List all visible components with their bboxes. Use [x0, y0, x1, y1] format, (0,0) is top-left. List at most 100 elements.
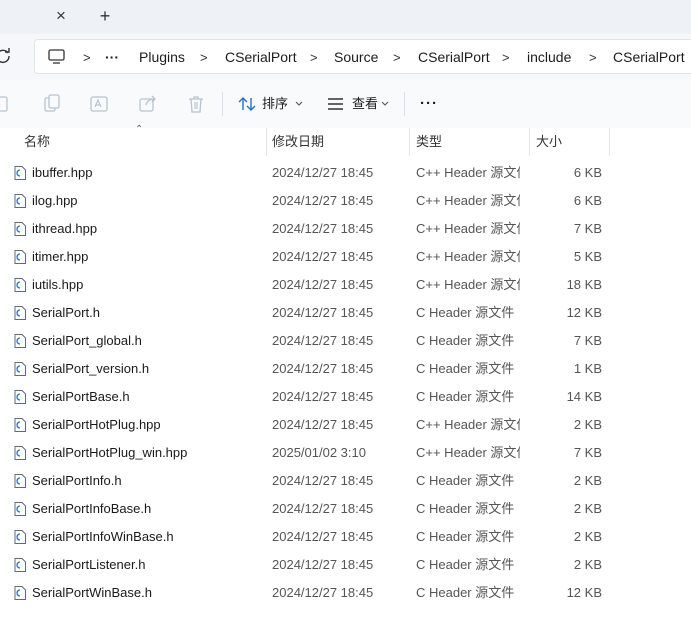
column-divider[interactable] [529, 128, 530, 156]
file-row[interactable]: SerialPortInfoBase.h 2024/12/27 18:45 C He… [0, 495, 691, 523]
chevron-right-icon: > [310, 50, 318, 65]
delete-icon[interactable] [186, 94, 206, 114]
file-size: 2 KB [573, 501, 602, 516]
close-tab-icon[interactable]: × [52, 6, 70, 26]
chevron-right-icon: > [502, 50, 510, 65]
file-row[interactable]: SerialPortHotPlug.hpp 2024/12/27 18:45 C++… [0, 411, 691, 439]
file-type: C Header 源文件 [416, 473, 515, 488]
column-date[interactable]: 修改日期 [272, 128, 324, 156]
view-icon [328, 98, 343, 110]
column-name[interactable]: 名称 [24, 128, 50, 156]
more-options-button[interactable]: ··· [420, 93, 438, 115]
address-bar[interactable]: > ··· Plugins > CSerialPort > Source > C… [34, 39, 691, 74]
file-size: 2 KB [573, 557, 602, 572]
address-row: > ··· Plugins > CSerialPort > Source > C… [0, 34, 691, 80]
file-row[interactable]: ibuffer.hpp 2024/12/27 18:45 C++ Header 源文… [0, 159, 691, 187]
file-size: 12 KB [566, 585, 602, 600]
file-row[interactable]: ithread.hpp 2024/12/27 18:45 C++ Header 源文… [0, 215, 691, 243]
cpp-header-file-icon [14, 418, 26, 432]
file-size: 1 KB [573, 361, 602, 376]
file-size: 12 KB [566, 305, 602, 320]
chevron-right-icon: > [589, 50, 597, 65]
file-size: 6 KB [573, 165, 602, 180]
file-type: C Header 源文件 [416, 585, 515, 600]
file-type: C++ Header 源文件 [416, 249, 520, 264]
breadcrumb-overflow-button[interactable]: ··· [105, 40, 119, 75]
c-header-file-icon [14, 530, 26, 544]
sort-label: 排序 [262, 96, 289, 111]
tab-strip: × + [0, 0, 691, 34]
file-row[interactable]: SerialPortHotPlug_win.hpp 2025/01/02 3:10… [0, 439, 691, 467]
file-date: 2024/12/27 18:45 [272, 529, 374, 544]
file-type: C Header 源文件 [416, 361, 515, 376]
file-date: 2024/12/27 18:45 [272, 193, 374, 208]
c-header-file-icon [14, 474, 26, 488]
breadcrumb-cserialport-current[interactable]: CSerialPort [613, 40, 685, 75]
file-name: ilog.hpp [32, 193, 78, 208]
this-pc-icon[interactable] [48, 49, 65, 64]
file-type: C Header 源文件 [416, 501, 515, 516]
file-row[interactable]: SerialPort_global.h 2024/12/27 18:45 C Hea… [0, 327, 691, 355]
column-size[interactable]: 大小 [536, 128, 562, 156]
file-row[interactable]: SerialPortInfo.h 2024/12/27 18:45 C Header… [0, 467, 691, 495]
breadcrumb-plugins[interactable]: Plugins [139, 40, 185, 75]
file-name: ibuffer.hpp [32, 165, 93, 180]
c-header-file-icon [14, 390, 26, 404]
file-date: 2025/01/02 3:10 [272, 445, 366, 460]
file-size: 7 KB [573, 333, 602, 348]
rename-icon[interactable] [89, 94, 109, 114]
file-date: 2024/12/27 18:45 [272, 333, 374, 348]
chevron-down-icon [295, 101, 303, 106]
file-type: C++ Header 源文件 [416, 165, 520, 180]
breadcrumb-source[interactable]: Source [334, 40, 378, 75]
file-date: 2024/12/27 18:45 [272, 557, 374, 572]
file-type: C++ Header 源文件 [416, 221, 520, 236]
breadcrumb-cserialport-2[interactable]: CSerialPort [418, 40, 490, 75]
file-row[interactable]: itimer.hpp 2024/12/27 18:45 C++ Header 源文件… [0, 243, 691, 271]
copy-icon[interactable] [42, 94, 62, 114]
file-size: 2 KB [573, 417, 602, 432]
share-icon[interactable] [138, 94, 158, 114]
file-name: SerialPortHotPlug_win.hpp [32, 445, 188, 460]
c-header-file-icon [14, 586, 26, 600]
file-type: C++ Header 源文件 [416, 193, 520, 208]
file-name: SerialPortInfoWinBase.h [32, 529, 174, 544]
chevron-right-icon: > [83, 50, 91, 65]
file-row[interactable]: ilog.hpp 2024/12/27 18:45 C++ Header 源文件 6 … [0, 187, 691, 215]
file-size: 18 KB [566, 277, 602, 292]
file-date: 2024/12/27 18:45 [272, 277, 374, 292]
file-date: 2024/12/27 18:45 [272, 389, 374, 404]
cut-icon[interactable] [0, 94, 14, 114]
file-row[interactable]: SerialPortBase.h 2024/12/27 18:45 C Header… [0, 383, 691, 411]
file-type: C++ Header 源文件 [416, 417, 520, 432]
file-name: SerialPort_version.h [32, 361, 150, 376]
new-tab-icon[interactable]: + [96, 6, 114, 26]
file-row[interactable]: SerialPort_version.h 2024/12/27 18:45 C He… [0, 355, 691, 383]
command-bar: 排序 查看 ··· [0, 80, 691, 129]
breadcrumb-include[interactable]: include [527, 40, 571, 75]
cpp-header-file-icon [14, 166, 26, 180]
file-row[interactable]: iutils.hpp 2024/12/27 18:45 C++ Header 源文件… [0, 271, 691, 299]
file-type: C Header 源文件 [416, 389, 515, 404]
file-date: 2024/12/27 18:45 [272, 501, 374, 516]
file-type: C Header 源文件 [416, 529, 515, 544]
cpp-header-file-icon [14, 250, 26, 264]
file-date: 2024/12/27 18:45 [272, 221, 374, 236]
file-row[interactable]: SerialPortListener.h 2024/12/27 18:45 C He… [0, 551, 691, 579]
sort-ascending-icon: ⌃ [135, 124, 144, 135]
column-divider[interactable] [609, 128, 610, 156]
breadcrumb-cserialport[interactable]: CSerialPort [225, 40, 297, 75]
column-type[interactable]: 类型 [416, 128, 442, 156]
file-list: ibuffer.hpp 2024/12/27 18:45 C++ Header 源文… [0, 159, 691, 607]
file-type: C Header 源文件 [416, 557, 515, 572]
refresh-icon[interactable] [0, 47, 12, 65]
file-name: SerialPortBase.h [32, 389, 130, 404]
file-row[interactable]: SerialPortWinBase.h 2024/12/27 18:45 C Hea… [0, 579, 691, 607]
file-name: SerialPortHotPlug.hpp [32, 417, 161, 432]
file-size: 14 KB [566, 389, 602, 404]
column-divider[interactable] [266, 128, 267, 156]
file-name: SerialPortWinBase.h [32, 585, 152, 600]
file-row[interactable]: SerialPortInfoWinBase.h 2024/12/27 18:45 C… [0, 523, 691, 551]
file-row[interactable]: SerialPort.h 2024/12/27 18:45 C Header 源文件… [0, 299, 691, 327]
column-divider[interactable] [409, 128, 410, 156]
